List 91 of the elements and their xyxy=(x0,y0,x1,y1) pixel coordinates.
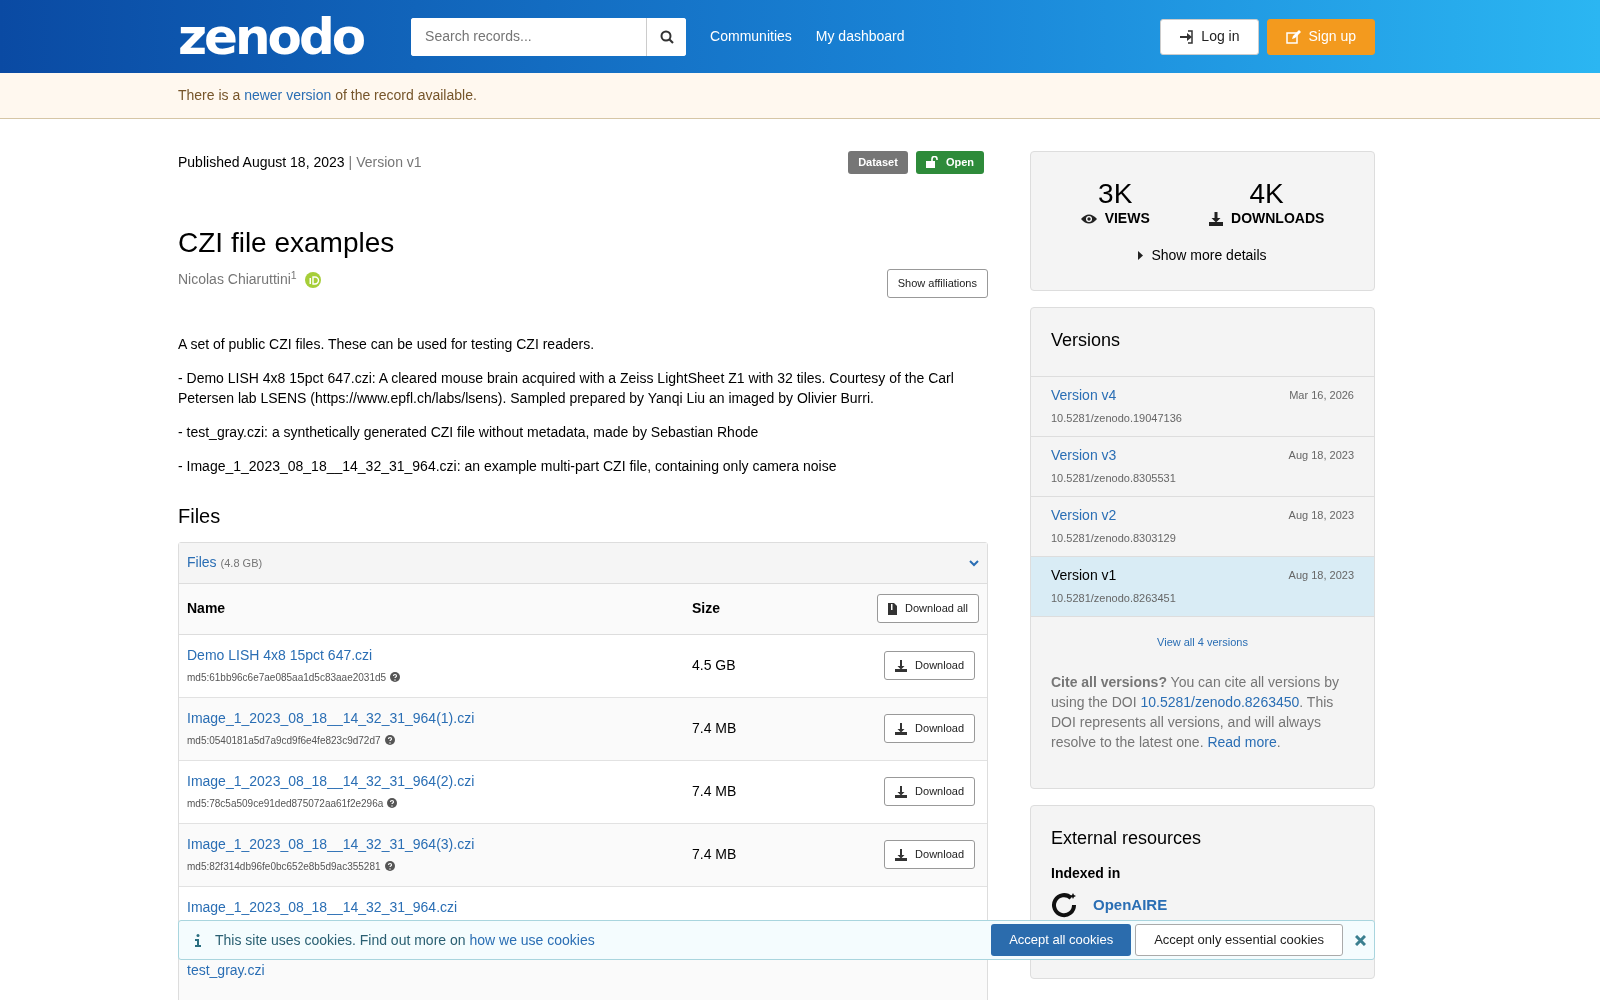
description-paragraph: A set of public CZI files. These can be used for testing CZI readers. xyxy=(178,334,596,354)
files-panel-title[interactable]: Files xyxy=(187,552,217,574)
view-all-versions-link[interactable]: View all 4 versions xyxy=(1157,635,1248,648)
indexed-resource-link[interactable]: OpenAIRE xyxy=(1093,893,1168,917)
version-label: Version v1 xyxy=(356,152,422,172)
accept-essential-button[interactable]: Accept only essential cookies xyxy=(1135,924,1343,956)
version-date: Aug 18, 2023 xyxy=(1288,507,1354,523)
version-doi: 10.5281/zenodo.19047136 xyxy=(1051,410,1183,426)
download-icon xyxy=(895,848,908,861)
help-icon xyxy=(390,672,401,683)
version-date: Aug 18, 2023 xyxy=(1288,447,1354,463)
unlock-icon xyxy=(925,156,938,169)
ring-icon xyxy=(1051,892,1077,919)
download-icon xyxy=(895,785,908,798)
access-tag: Open xyxy=(915,151,984,174)
description-paragraph: - Demo LISH 4x8 15pct 647.czi: A cleared mouse brain acquired with a Zeiss LightSheet Z1 with 32 tiles. Courtesy of the Carl Petersen lab LSENS (https://www.epfl.ch/labs/lsens). Sampled prepared by Yanqi Liu an imaged by Olivier Burri. xyxy=(178,368,955,408)
logo[interactable]: zenodo xyxy=(178,11,364,62)
stat-label: DOWNLOADS xyxy=(1231,209,1325,228)
help-icon xyxy=(384,735,395,746)
file-name-link[interactable]: Demo LISH 4x8 15pct 647.czi xyxy=(187,644,692,666)
download-icon xyxy=(895,659,908,672)
files-total-size: (4.8 GB) xyxy=(220,556,263,572)
show-affiliations-button[interactable]: Show affiliations xyxy=(886,269,988,298)
read-more-link[interactable]: Read more xyxy=(1207,733,1277,750)
column-header: Size xyxy=(692,599,720,619)
record-title: CZI file examples xyxy=(178,225,396,260)
download-all-button[interactable]: Download all xyxy=(877,594,979,623)
author-name: Nicolas Chiaruttini$^{1}$ xyxy=(178,269,297,290)
checksum-text: md5:82f314db96fe0bc652e8b5d9ac355281 xyxy=(187,859,381,874)
file-name-link[interactable]: Image_1_2023_08_18__14_32_31_964.czi xyxy=(187,896,692,918)
search-button[interactable] xyxy=(646,17,687,56)
nav-link[interactable]: My dashboard xyxy=(815,26,905,47)
description-paragraph: - Image_1_2023_08_18__14_32_31_964.czi: an example multi-part CZI file, containing only camera noise xyxy=(178,456,838,476)
card-heading: Versions xyxy=(1051,330,1122,352)
version-link[interactable]: Version v4 xyxy=(1051,384,1117,406)
cookie-notice-text: This site uses cookies. Find out more on how we use cookies xyxy=(215,930,595,950)
section-heading: Files xyxy=(178,503,222,528)
show-more-details-toggle[interactable]: Show more details xyxy=(1138,245,1267,266)
subheading: Indexed in xyxy=(1051,864,1122,884)
file-size: 7.4 MB xyxy=(692,782,737,802)
file-name-link[interactable]: Image_1_2023_08_18__14_32_31_964(1).czi xyxy=(187,707,692,729)
download-button[interactable]: Download xyxy=(884,840,975,869)
file-archive-icon xyxy=(888,602,897,615)
info-icon xyxy=(195,933,201,947)
download-button[interactable]: Download xyxy=(884,651,975,680)
version-link[interactable]: Version v1 xyxy=(1051,564,1117,586)
eye-icon xyxy=(1080,213,1097,224)
version-link[interactable]: Version v2 xyxy=(1051,504,1117,526)
caret-right-icon xyxy=(1138,251,1144,260)
checksum-text: md5:0540181a5d7a9cd9f6e4fe823c9d72d7 xyxy=(187,733,381,748)
separator: | xyxy=(348,152,353,172)
version-date: Mar 16, 2026 xyxy=(1289,387,1354,403)
help-icon xyxy=(387,798,398,809)
description-paragraph: - test_gray.czi: a synthetically generated CZI file without metadata, made by Sebastian Rhode xyxy=(178,422,760,442)
version-date: Aug 18, 2023 xyxy=(1288,567,1354,583)
file-size: 4.5 GB xyxy=(692,656,736,676)
search-field[interactable]: Search records... xyxy=(411,17,687,56)
search-icon xyxy=(659,30,674,45)
file-size: 7.4 MB xyxy=(692,719,737,739)
card-heading: External resources xyxy=(1051,827,1203,850)
file-size: 7.4 MB xyxy=(692,845,737,865)
cite-text: Cite all versions? You can cite all versions by using the DOI 10.5281/zenodo.8263450. This DOI represents all versions, and will always resolve to the latest one. Read more. xyxy=(1051,672,1340,752)
publication-date: Published August 18, 2023 xyxy=(178,152,345,172)
version-link[interactable]: Version v3 xyxy=(1051,444,1117,466)
accept-all-button[interactable]: Accept all cookies xyxy=(991,924,1132,956)
download-button[interactable]: Download xyxy=(884,714,975,743)
checksum-text: md5:61bb96c6e7ae085aa1d5c83aae2031d5 xyxy=(187,670,387,685)
version-doi: 10.5281/zenodo.8305531 xyxy=(1051,470,1177,486)
version-doi: 10.5281/zenodo.8303129 xyxy=(1051,530,1177,546)
version-doi: 10.5281/zenodo.8263451 xyxy=(1051,590,1177,606)
nav-link[interactable]: Communities xyxy=(710,26,792,47)
notice-text: There is a newer version of the record available. xyxy=(178,86,477,105)
download-button[interactable]: Download xyxy=(884,777,975,806)
file-name-link[interactable]: Image_1_2023_08_18__14_32_31_964(3).czi xyxy=(187,833,692,855)
cookie-policy-link[interactable]: how we use cookies xyxy=(469,931,595,948)
sign-in-icon xyxy=(1179,29,1194,44)
stat-value: 4K xyxy=(1249,180,1284,208)
newer-version-link[interactable]: newer version xyxy=(244,87,332,103)
download-icon xyxy=(895,722,908,735)
file-name-link[interactable]: Image_1_2023_08_18__14_32_31_964(2).czi xyxy=(187,770,692,792)
edit-icon xyxy=(1285,29,1301,44)
stat-label: VIEWS xyxy=(1104,209,1150,228)
stat-value: 3K xyxy=(1098,180,1133,208)
help-icon xyxy=(384,861,395,872)
checksum-text: md5:78c5a509ce91ded875072aa61f2e296a xyxy=(187,796,384,811)
orcid-icon xyxy=(304,271,321,288)
login-button[interactable]: Log in xyxy=(1160,18,1259,55)
resource-type-tag: Dataset xyxy=(848,151,908,174)
column-header: Name xyxy=(187,599,227,619)
download-icon xyxy=(1209,211,1223,226)
close-icon xyxy=(1355,935,1366,947)
